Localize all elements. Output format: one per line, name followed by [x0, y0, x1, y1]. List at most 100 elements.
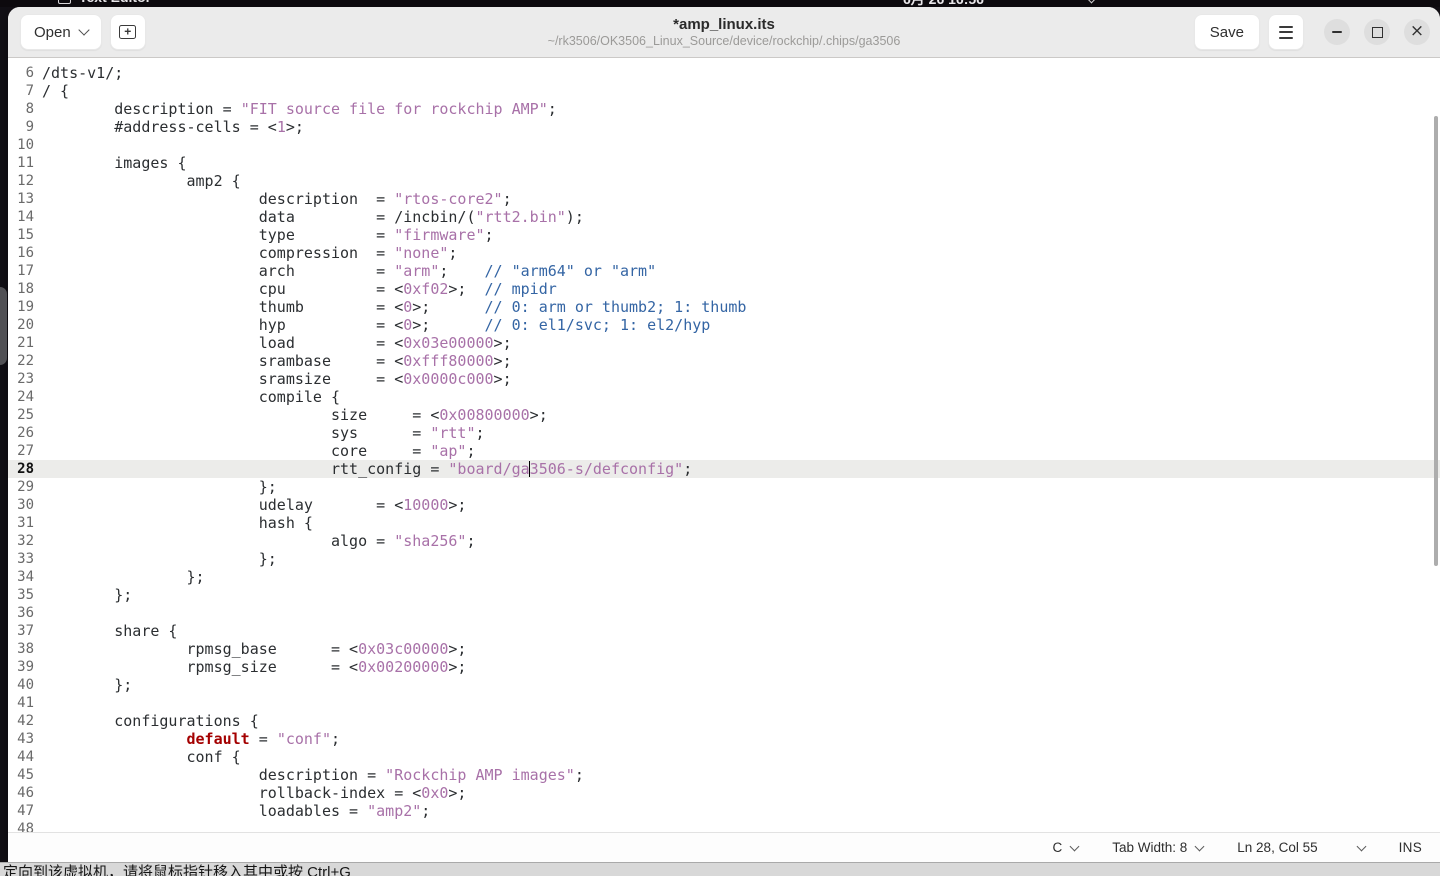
code-line[interactable]: 43 default = "conf";	[8, 730, 1440, 748]
code-text: algo = "sha256";	[38, 532, 1440, 550]
code-line[interactable]: 9 #address-cells = <1>;	[8, 118, 1440, 136]
code-line[interactable]: 16 compression = "none";	[8, 244, 1440, 262]
line-number: 27	[8, 442, 38, 460]
vmware-message-bar: 定向到该虚拟机，请将鼠标指针移入其中或按 Ctrl+G	[0, 862, 1440, 876]
code-line[interactable]: 41	[8, 694, 1440, 712]
code-line[interactable]: 19 thumb = <0>; // 0: arm or thumb2; 1: …	[8, 298, 1440, 316]
code-text: compile {	[38, 388, 1440, 406]
code-line[interactable]: 39 rpmsg_size = <0x00200000>;	[8, 658, 1440, 676]
code-text: hash {	[38, 514, 1440, 532]
code-line[interactable]: 26 sys = "rtt";	[8, 424, 1440, 442]
code-text	[38, 136, 1440, 154]
code-text: cpu = <0xf02>; // mpidr	[38, 280, 1440, 298]
clock[interactable]: 6月 26 16:56	[903, 0, 984, 7]
minimize-button[interactable]	[1324, 19, 1350, 45]
code-text: default = "conf";	[38, 730, 1440, 748]
save-button[interactable]: Save	[1194, 14, 1260, 50]
line-number: 21	[8, 334, 38, 352]
code-line[interactable]: 8 description = "FIT source file for roc…	[8, 100, 1440, 118]
code-line[interactable]: 13 description = "rtos-core2";	[8, 190, 1440, 208]
code-line[interactable]: 34 };	[8, 568, 1440, 586]
code-line[interactable]: 45 description = "Rockchip AMP images";	[8, 766, 1440, 784]
code-line[interactable]: 33 };	[8, 550, 1440, 568]
tab-width-selector[interactable]: Tab Width: 8	[1108, 840, 1207, 855]
code-text: loadables = "amp2";	[38, 802, 1440, 820]
line-number: 7	[8, 82, 38, 100]
code-line[interactable]: 18 cpu = <0xf02>; // mpidr	[8, 280, 1440, 298]
code-lines: 6/dts-v1/;7/ {8 description = "FIT sourc…	[8, 64, 1440, 832]
code-line[interactable]: 24 compile {	[8, 388, 1440, 406]
code-text: };	[38, 586, 1440, 604]
left-screen-edge-tab	[0, 287, 7, 365]
status-bar: C Tab Width: 8 Ln 28, Col 55 INS	[8, 832, 1440, 862]
main-menu-button[interactable]	[1268, 14, 1304, 50]
close-icon: ×	[1410, 23, 1424, 40]
code-line[interactable]: 28 rtt_config = "board/ga3506-s/defconfi…	[8, 460, 1440, 478]
code-line[interactable]: 25 size = <0x00800000>;	[8, 406, 1440, 424]
code-text: / {	[38, 82, 1440, 100]
code-text: hyp = <0>; // 0: el1/svc; 1: el2/hyp	[38, 316, 1440, 334]
code-text: sys = "rtt";	[38, 424, 1440, 442]
language-selector[interactable]: C	[1048, 840, 1082, 855]
open-button-label: Open	[34, 24, 71, 41]
code-line[interactable]: 11 images {	[8, 154, 1440, 172]
code-line[interactable]: 20 hyp = <0>; // 0: el1/svc; 1: el2/hyp	[8, 316, 1440, 334]
code-line[interactable]: 6/dts-v1/;	[8, 64, 1440, 82]
code-line[interactable]: 21 load = <0x03e00000>;	[8, 334, 1440, 352]
line-number: 35	[8, 586, 38, 604]
line-number: 11	[8, 154, 38, 172]
code-text: };	[38, 568, 1440, 586]
code-text: };	[38, 478, 1440, 496]
maximize-button[interactable]	[1364, 19, 1390, 45]
code-line[interactable]: 42 configurations {	[8, 712, 1440, 730]
code-editor[interactable]: 6/dts-v1/;7/ {8 description = "FIT sourc…	[8, 58, 1440, 832]
code-line[interactable]: 36	[8, 604, 1440, 622]
code-line[interactable]: 32 algo = "sha256";	[8, 532, 1440, 550]
code-text: compression = "none";	[38, 244, 1440, 262]
code-text: core = "ap";	[38, 442, 1440, 460]
line-number: 37	[8, 622, 38, 640]
close-button[interactable]: ×	[1404, 19, 1430, 45]
vertical-scrollbar[interactable]	[1434, 116, 1438, 566]
code-line[interactable]: 22 srambase = <0xfff80000>;	[8, 352, 1440, 370]
line-number: 34	[8, 568, 38, 586]
cursor-position-button[interactable]: Ln 28, Col 55	[1233, 840, 1368, 855]
code-line[interactable]: 40 };	[8, 676, 1440, 694]
code-text: load = <0x03e00000>;	[38, 334, 1440, 352]
line-number: 6	[8, 64, 38, 82]
code-line[interactable]: 47 loadables = "amp2";	[8, 802, 1440, 820]
code-line[interactable]: 12 amp2 {	[8, 172, 1440, 190]
code-line[interactable]: 38 rpmsg_base = <0x03c00000>;	[8, 640, 1440, 658]
code-line[interactable]: 29 };	[8, 478, 1440, 496]
focused-app-indicator[interactable]: Text Editor	[58, 0, 151, 5]
line-number: 47	[8, 802, 38, 820]
code-line[interactable]: 17 arch = "arm"; // "arm64" or "arm"	[8, 262, 1440, 280]
code-line[interactable]: 10	[8, 136, 1440, 154]
code-line[interactable]: 15 type = "firmware";	[8, 226, 1440, 244]
line-number: 14	[8, 208, 38, 226]
code-line[interactable]: 44 conf {	[8, 748, 1440, 766]
code-line[interactable]: 14 data = /incbin/("rtt2.bin");	[8, 208, 1440, 226]
code-line[interactable]: 30 udelay = <10000>;	[8, 496, 1440, 514]
chevron-down-icon	[1195, 841, 1205, 851]
code-line[interactable]: 37 share {	[8, 622, 1440, 640]
new-tab-button[interactable]: +	[110, 14, 146, 50]
code-text: description = "Rockchip AMP images";	[38, 766, 1440, 784]
line-number: 30	[8, 496, 38, 514]
app-name: Text Editor	[79, 0, 151, 5]
code-line[interactable]: 7/ {	[8, 82, 1440, 100]
code-line[interactable]: 23 sramsize = <0x0000c000>;	[8, 370, 1440, 388]
line-number: 12	[8, 172, 38, 190]
code-line[interactable]: 48	[8, 820, 1440, 832]
line-number: 18	[8, 280, 38, 298]
code-line[interactable]: 27 core = "ap";	[8, 442, 1440, 460]
code-text: type = "firmware";	[38, 226, 1440, 244]
code-line[interactable]: 35 };	[8, 586, 1440, 604]
open-button[interactable]: Open	[20, 14, 102, 50]
code-text: images {	[38, 154, 1440, 172]
code-line[interactable]: 46 rollback-index = <0x0>;	[8, 784, 1440, 802]
code-text: description = "rtos-core2";	[38, 190, 1440, 208]
insert-mode-indicator[interactable]: INS	[1395, 840, 1426, 855]
system-top-bar: Text Editor 6月 26 16:56	[0, 0, 1440, 7]
code-line[interactable]: 31 hash {	[8, 514, 1440, 532]
